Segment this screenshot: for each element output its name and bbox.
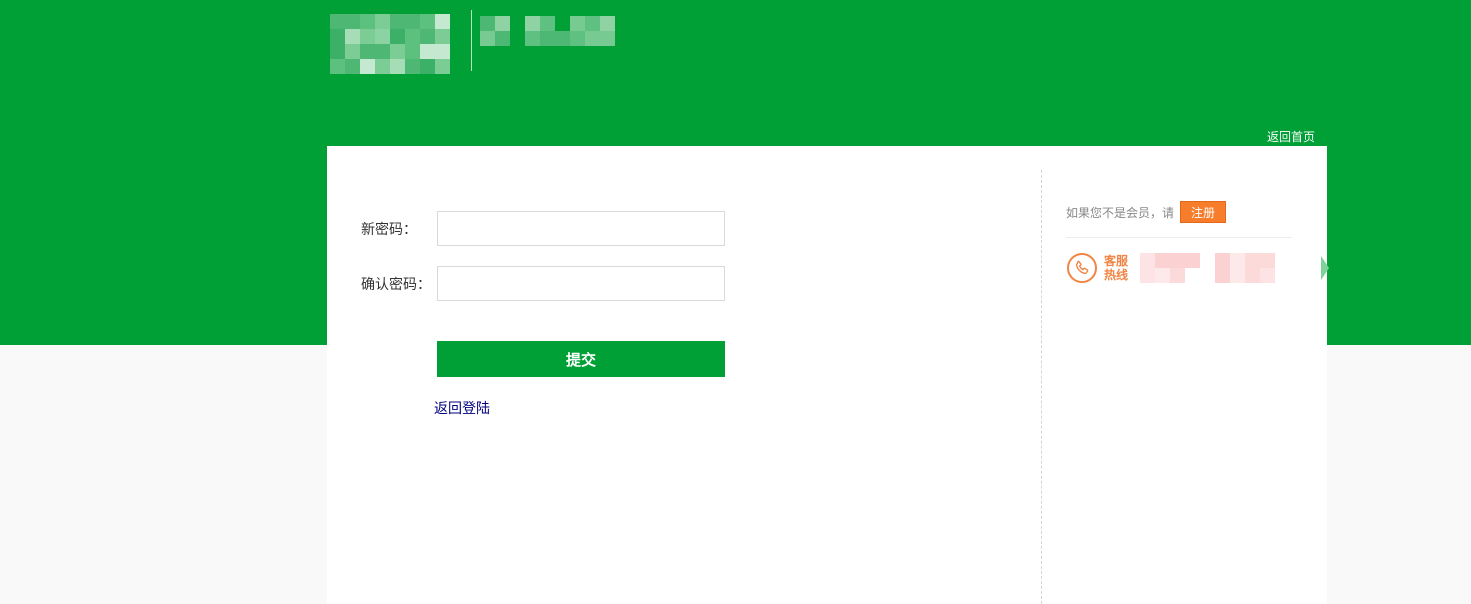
mosaic-cell [480, 31, 495, 46]
mosaic-cell [420, 14, 435, 29]
mosaic-cell [480, 16, 495, 31]
mosaic-cell [375, 44, 390, 59]
submit-button[interactable]: 提交 [437, 341, 725, 377]
mosaic-cell [510, 31, 525, 46]
mosaic-cell [1215, 268, 1230, 283]
hotline-label-line1: 客服 [1104, 254, 1129, 268]
confirm-password-label: 确认密码： [361, 276, 431, 293]
new-password-row: 新密码： [361, 211, 725, 246]
mosaic-cell [405, 44, 420, 59]
mosaic-cell [1155, 268, 1170, 283]
mosaic-cell [1215, 253, 1230, 268]
mosaic-cell [495, 31, 510, 46]
mosaic-cell [375, 14, 390, 29]
mosaic-cell [540, 31, 555, 46]
mosaic-cell [390, 59, 405, 74]
mosaic-cell [390, 14, 405, 29]
mosaic-cell [585, 31, 600, 46]
mosaic-cell [1170, 268, 1185, 283]
mosaic-cell [360, 44, 375, 59]
reset-password-card: 新密码： 确认密码： 提交 返回登陆 如果您不是会员，请 注册 客服 热线 [327, 146, 1327, 604]
mosaic-cell [1185, 268, 1200, 283]
mosaic-cell [540, 16, 555, 31]
mosaic-cell [1185, 253, 1200, 268]
mosaic-cell [405, 59, 420, 74]
mosaic-cell [1245, 268, 1260, 283]
mosaic-cell [375, 29, 390, 44]
mosaic-cell [405, 14, 420, 29]
phone-icon [1067, 253, 1097, 283]
mosaic-cell [435, 44, 450, 59]
mosaic-cell [555, 31, 570, 46]
mosaic-cell [420, 59, 435, 74]
mosaic-cell [360, 29, 375, 44]
mosaic-cell [345, 14, 360, 29]
register-prompt: 如果您不是会员，请 注册 [1066, 201, 1227, 223]
hotline-number [1140, 253, 1276, 283]
mosaic-cell [360, 59, 375, 74]
mosaic-cell [390, 29, 405, 44]
mosaic-cell [525, 16, 540, 31]
confirm-password-row: 确认密码： [361, 266, 725, 301]
mosaic-cell [1260, 253, 1275, 268]
sidebar-divider [1041, 170, 1042, 604]
sidebar-separator [1066, 237, 1292, 238]
mosaic-cell [330, 29, 345, 44]
back-to-login-link[interactable]: 返回登陆 [434, 398, 490, 418]
mosaic-cell [585, 16, 600, 31]
mosaic-cell [435, 59, 450, 74]
hotline-label-line2: 热线 [1104, 268, 1129, 282]
mosaic-cell [600, 16, 615, 31]
mosaic-cell [345, 29, 360, 44]
mosaic-cell [360, 14, 375, 29]
mosaic-cell [525, 31, 540, 46]
mosaic-cell [1140, 253, 1155, 268]
hotline-label: 客服 热线 [1104, 254, 1134, 282]
mosaic-cell [1260, 268, 1275, 283]
register-prompt-text: 如果您不是会员，请 [1066, 205, 1175, 220]
mosaic-cell [345, 59, 360, 74]
logo-divider [471, 10, 472, 71]
mosaic-cell [495, 16, 510, 31]
mosaic-cell [1140, 268, 1155, 283]
mosaic-cell [435, 14, 450, 29]
new-password-label: 新密码： [361, 221, 417, 238]
mosaic-cell [330, 59, 345, 74]
mosaic-cell [1230, 268, 1245, 283]
mosaic-cell [330, 14, 345, 29]
mosaic-cell [1230, 253, 1245, 268]
mosaic-cell [1200, 253, 1215, 268]
register-button[interactable]: 注册 [1180, 201, 1227, 223]
mosaic-cell [405, 29, 420, 44]
mosaic-cell [420, 44, 435, 59]
mosaic-cell [600, 31, 615, 46]
mosaic-cell [510, 16, 525, 31]
mosaic-cell [330, 44, 345, 59]
side-tab-arrow-icon[interactable] [1321, 256, 1329, 280]
home-link[interactable]: 返回首页 [1267, 128, 1315, 145]
mosaic-cell [1170, 253, 1185, 268]
customer-hotline: 客服 热线 [1067, 253, 1276, 283]
site-subtitle [480, 16, 615, 46]
mosaic-cell [570, 31, 585, 46]
mosaic-cell [435, 29, 450, 44]
mosaic-cell [375, 59, 390, 74]
phone-glyph [1075, 260, 1089, 275]
mosaic-cell [420, 29, 435, 44]
mosaic-cell [1155, 253, 1170, 268]
mosaic-cell [1245, 253, 1260, 268]
mosaic-cell [345, 44, 360, 59]
mosaic-cell [390, 44, 405, 59]
new-password-input[interactable] [437, 211, 725, 246]
logo [330, 14, 452, 74]
mosaic-cell [1200, 268, 1215, 283]
mosaic-cell [570, 16, 585, 31]
mosaic-cell [555, 16, 570, 31]
confirm-password-input[interactable] [437, 266, 725, 301]
